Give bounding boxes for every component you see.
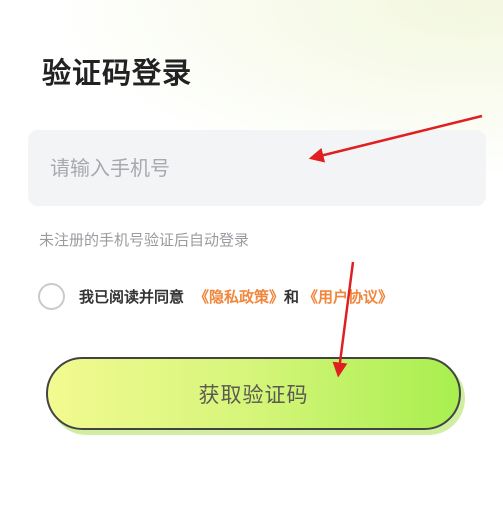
arrow-to-get-code-button-icon bbox=[332, 261, 355, 378]
agreement-text: 我已阅读并同意 bbox=[79, 287, 185, 306]
agreement-row: 我已阅读并同意 《隐私政策》 和 《用户协议》 bbox=[38, 280, 393, 312]
phone-input[interactable] bbox=[50, 130, 450, 206]
phone-input-container[interactable] bbox=[28, 130, 486, 206]
agreement-conjunction: 和 bbox=[284, 287, 300, 306]
get-code-button[interactable]: 获取验证码 bbox=[46, 357, 461, 430]
user-agreement-link[interactable]: 《用户协议》 bbox=[303, 286, 393, 307]
page-title: 验证码登录 bbox=[42, 56, 193, 90]
auto-register-hint: 未注册的手机号验证后自动登录 bbox=[39, 231, 250, 249]
agreement-checkbox[interactable] bbox=[38, 282, 65, 310]
privacy-policy-link[interactable]: 《隐私政策》 bbox=[194, 286, 284, 307]
